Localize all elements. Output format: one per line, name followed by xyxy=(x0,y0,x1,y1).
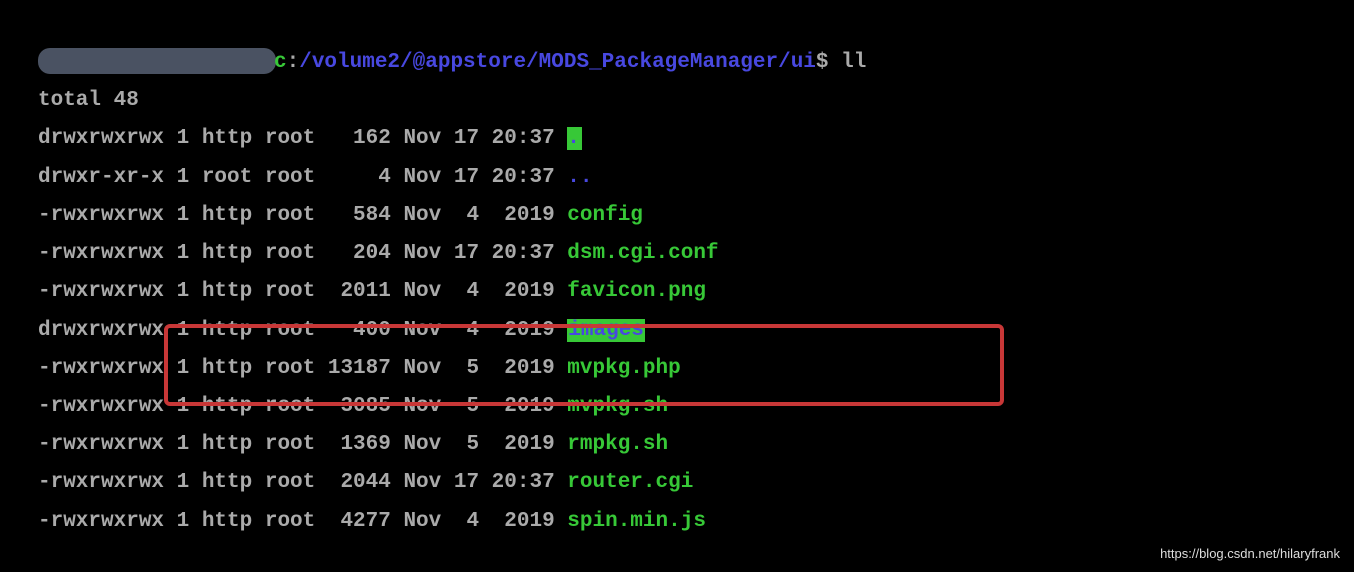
listing-row: -rwxrwxrwx 1 http root 204 Nov 17 20:37 … xyxy=(38,235,1316,273)
file-name-exec: mvpkg.sh xyxy=(567,395,668,418)
watermark-text: https://blog.csdn.net/hilaryfrank xyxy=(1160,542,1340,566)
cwd-path: /volume2/@appstore/MODS_PackageManager/u… xyxy=(299,51,816,74)
file-name-dir: .. xyxy=(567,166,592,189)
file-meta: -rwxrwxrwx 1 http root 4277 Nov 4 2019 xyxy=(38,510,567,533)
file-name-dir: . xyxy=(567,127,582,150)
colon: : xyxy=(287,51,300,74)
listing-row: -rwxrwxrwx 1 http root 584 Nov 4 2019 co… xyxy=(38,197,1316,235)
file-name-exec: mvpkg.php xyxy=(567,357,680,380)
listing-row: -rwxrwxrwx 1 http root 1369 Nov 5 2019 r… xyxy=(38,426,1316,464)
listing-row: -rwxrwxrwx 1 http root 2011 Nov 4 2019 f… xyxy=(38,273,1316,311)
file-name-exec: favicon.png xyxy=(567,280,706,303)
command-text: ll xyxy=(841,51,866,74)
file-meta: -rwxrwxrwx 1 http root 2011 Nov 4 2019 xyxy=(38,280,567,303)
listing-row: -rwxrwxrwx 1 http root 3085 Nov 5 2019 m… xyxy=(38,388,1316,426)
file-name-exec: config xyxy=(567,204,643,227)
listing-row: -rwxrwxrwx 1 http root 4277 Nov 4 2019 s… xyxy=(38,503,1316,541)
file-meta: -rwxrwxrwx 1 http root 204 Nov 17 20:37 xyxy=(38,242,567,265)
file-meta: drwxrwxrwx 1 http root 400 Nov 4 2019 xyxy=(38,319,567,342)
prompt-symbol: $ xyxy=(816,51,829,74)
listing-row: drwxrwxrwx 1 http root 400 Nov 4 2019 im… xyxy=(38,312,1316,350)
file-name-exec: rmpkg.sh xyxy=(567,433,668,456)
file-name-dir: images xyxy=(567,319,645,342)
listing-row: -rwxrwxrwx 1 http root 2044 Nov 17 20:37… xyxy=(38,464,1316,502)
listing-row: -rwxrwxrwx 1 http root 13187 Nov 5 2019 … xyxy=(38,350,1316,388)
prompt-line: c:/volume2/@appstore/MODS_PackageManager… xyxy=(38,44,1316,82)
file-name-exec: router.cgi xyxy=(567,471,693,494)
terminal-output[interactable]: c:/volume2/@appstore/MODS_PackageManager… xyxy=(38,44,1316,541)
file-meta: -rwxrwxrwx 1 http root 2044 Nov 17 20:37 xyxy=(38,471,567,494)
redacted-user-host xyxy=(38,48,276,74)
listing-row: drwxrwxrwx 1 http root 162 Nov 17 20:37 … xyxy=(38,120,1316,158)
listing-rows: drwxrwxrwx 1 http root 162 Nov 17 20:37 … xyxy=(38,120,1316,540)
file-name-exec: spin.min.js xyxy=(567,510,706,533)
file-name-exec: dsm.cgi.conf xyxy=(567,242,718,265)
file-meta: -rwxrwxrwx 1 http root 3085 Nov 5 2019 xyxy=(38,395,567,418)
file-meta: -rwxrwxrwx 1 http root 1369 Nov 5 2019 xyxy=(38,433,567,456)
file-meta: drwxrwxrwx 1 http root 162 Nov 17 20:37 xyxy=(38,127,567,150)
total-line: total 48 xyxy=(38,82,1316,120)
file-meta: drwxr-xr-x 1 root root 4 Nov 17 20:37 xyxy=(38,166,567,189)
file-meta: -rwxrwxrwx 1 http root 13187 Nov 5 2019 xyxy=(38,357,567,380)
file-meta: -rwxrwxrwx 1 http root 584 Nov 4 2019 xyxy=(38,204,567,227)
listing-row: drwxr-xr-x 1 root root 4 Nov 17 20:37 .. xyxy=(38,159,1316,197)
host-suffix: c xyxy=(274,51,287,74)
